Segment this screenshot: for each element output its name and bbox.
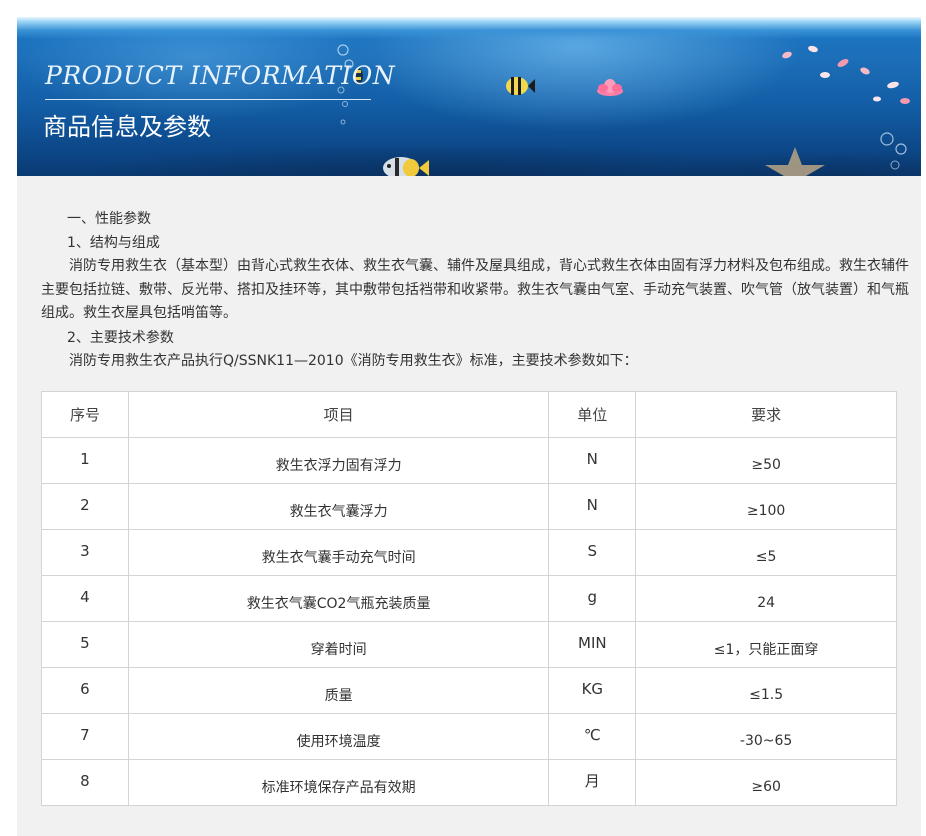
row-requirement: ≤5 [755, 548, 777, 565]
row-unit: 月 [584, 772, 600, 790]
row-number: 7 [80, 725, 90, 744]
banner-title-en: PRODUCT INFORMATION [45, 61, 396, 90]
banner-title-cn: 商品信息及参数 [43, 113, 211, 141]
row-unit: g [587, 587, 598, 606]
table-row: 3 救生衣气囊手动充气时间 S ≤5 [41, 529, 897, 576]
row-item: 救生衣气囊CO2气瓶充装质量 [246, 595, 431, 612]
row-unit: S [587, 541, 598, 560]
row-item: 救生衣气囊浮力 [289, 503, 388, 520]
table-header-row: 序号 项目 单位 要求 [41, 391, 897, 438]
header-requirement: 要求 [635, 391, 897, 438]
banner-divider [45, 99, 371, 100]
striped-fish-icon [506, 77, 535, 95]
row-unit: KG [581, 679, 604, 698]
table-row: 1 救生衣浮力固有浮力 N ≥50 [41, 437, 897, 484]
row-requirement: ≤1.5 [749, 686, 784, 703]
section-heading: 一、性能参数 [67, 211, 151, 227]
lotus-icon [597, 79, 623, 96]
subsection-heading: 1、结构与组成 [67, 235, 160, 251]
row-item: 质量 [324, 687, 353, 704]
row-unit: ℃ [583, 725, 601, 744]
row-requirement: ≥60 [751, 778, 781, 795]
tech-spec-table: 序号 项目 单位 要求 1 救生衣浮力固有浮力 N ≥50 2 救生衣气囊浮力 … [41, 391, 897, 806]
row-unit: N [586, 449, 598, 468]
row-number: 3 [80, 541, 90, 560]
row-unit: N [586, 495, 598, 514]
table-row: 7 使用环境温度 ℃ -30~65 [41, 713, 897, 760]
row-requirement: ≥50 [751, 456, 781, 473]
header-no: 序号 [41, 391, 129, 438]
row-number: 4 [80, 587, 90, 606]
table-row: 5 穿着时间 MIN ≤1，只能正面穿 [41, 621, 897, 668]
row-number: 6 [80, 679, 90, 698]
row-number: 5 [80, 633, 90, 652]
table-row: 6 质量 KG ≤1.5 [41, 667, 897, 714]
standard-paragraph: 消防专用救生衣产品执行Q/SSNK11—2010《消防专用救生衣》标准，主要技术… [69, 352, 638, 369]
product-info-panel: PRODUCT INFORMATION 商品信息及参数 一、性能参数 1、结构与… [17, 17, 921, 836]
row-requirement: ≤1，只能正面穿 [713, 641, 819, 658]
subsection-heading: 2、主要技术参数 [67, 329, 174, 346]
row-requirement: -30~65 [739, 732, 793, 749]
bubbles-decoration-right [880, 132, 907, 170]
product-description: 一、性能参数 1、结构与组成 消防专用救生衣（基本型）由背心式救生衣体、救生衣气… [41, 207, 911, 373]
row-requirement: ≥100 [746, 502, 786, 519]
header-unit: 单位 [548, 391, 637, 438]
structure-paragraph: 消防专用救生衣（基本型）由背心式救生衣体、救生衣气囊、辅件及屋具组成，背心式救生… [41, 258, 909, 321]
row-item: 救生衣气囊手动充气时间 [261, 549, 416, 566]
starfish-icon [765, 147, 825, 176]
petals-decoration [782, 45, 910, 104]
product-banner: PRODUCT INFORMATION 商品信息及参数 [17, 17, 921, 176]
row-item: 救生衣浮力固有浮力 [275, 457, 402, 474]
row-item: 穿着时间 [310, 641, 367, 658]
header-item: 项目 [127, 391, 550, 438]
row-number: 8 [80, 771, 90, 790]
table-row: 4 救生衣气囊CO2气瓶充装质量 g 24 [41, 575, 897, 622]
row-number: 2 [80, 495, 90, 514]
angelfish-icon [383, 157, 429, 176]
row-item: 标准环境保存产品有效期 [261, 779, 416, 796]
row-requirement: 24 [757, 594, 776, 611]
table-row: 2 救生衣气囊浮力 N ≥100 [41, 483, 897, 530]
table-row: 8 标准环境保存产品有效期 月 ≥60 [41, 759, 897, 806]
row-unit: MIN [578, 633, 607, 652]
water-surface [17, 17, 921, 39]
row-number: 1 [80, 449, 90, 468]
row-item: 使用环境温度 [296, 733, 381, 750]
